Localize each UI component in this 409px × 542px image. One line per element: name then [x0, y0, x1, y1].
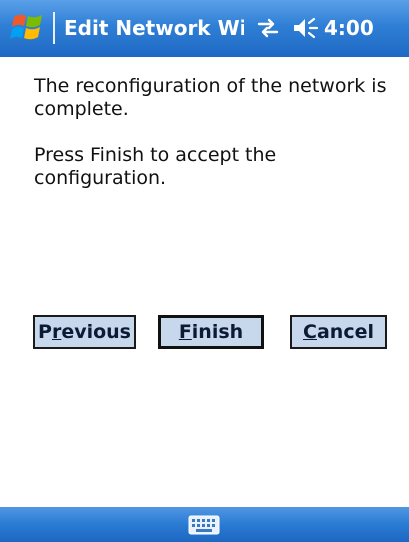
wizard-screen: Edit Network Wizar 4:00 The reconfigurat…	[0, 0, 409, 542]
previous-button[interactable]: Previous	[33, 315, 136, 349]
cancel-accelerator: C	[303, 321, 317, 343]
previous-label-rest: evious	[61, 321, 131, 343]
keyboard-icon[interactable]	[188, 515, 220, 535]
finish-label-rest: inish	[191, 321, 244, 343]
title-bar: Edit Network Wizar 4:00	[0, 0, 409, 57]
completion-message: The reconfiguration of the network is co…	[34, 75, 387, 120]
volume-icon[interactable]	[292, 15, 320, 41]
connectivity-icon[interactable]	[255, 15, 281, 41]
previous-accelerator: r	[51, 321, 62, 343]
cancel-button[interactable]: Cancel	[290, 315, 387, 349]
window-title: Edit Network Wizar	[64, 16, 244, 40]
previous-label-start: P	[38, 321, 52, 343]
finish-button[interactable]: Finish	[158, 315, 264, 349]
instruction-message: Press Finish to accept the configuration…	[34, 144, 277, 189]
finish-accelerator: F	[178, 321, 192, 343]
clock[interactable]: 4:00	[324, 14, 374, 42]
title-separator	[53, 12, 55, 44]
cancel-label-rest: ancel	[316, 321, 374, 343]
menu-bar	[0, 507, 409, 542]
windows-flag-icon[interactable]	[10, 11, 46, 45]
